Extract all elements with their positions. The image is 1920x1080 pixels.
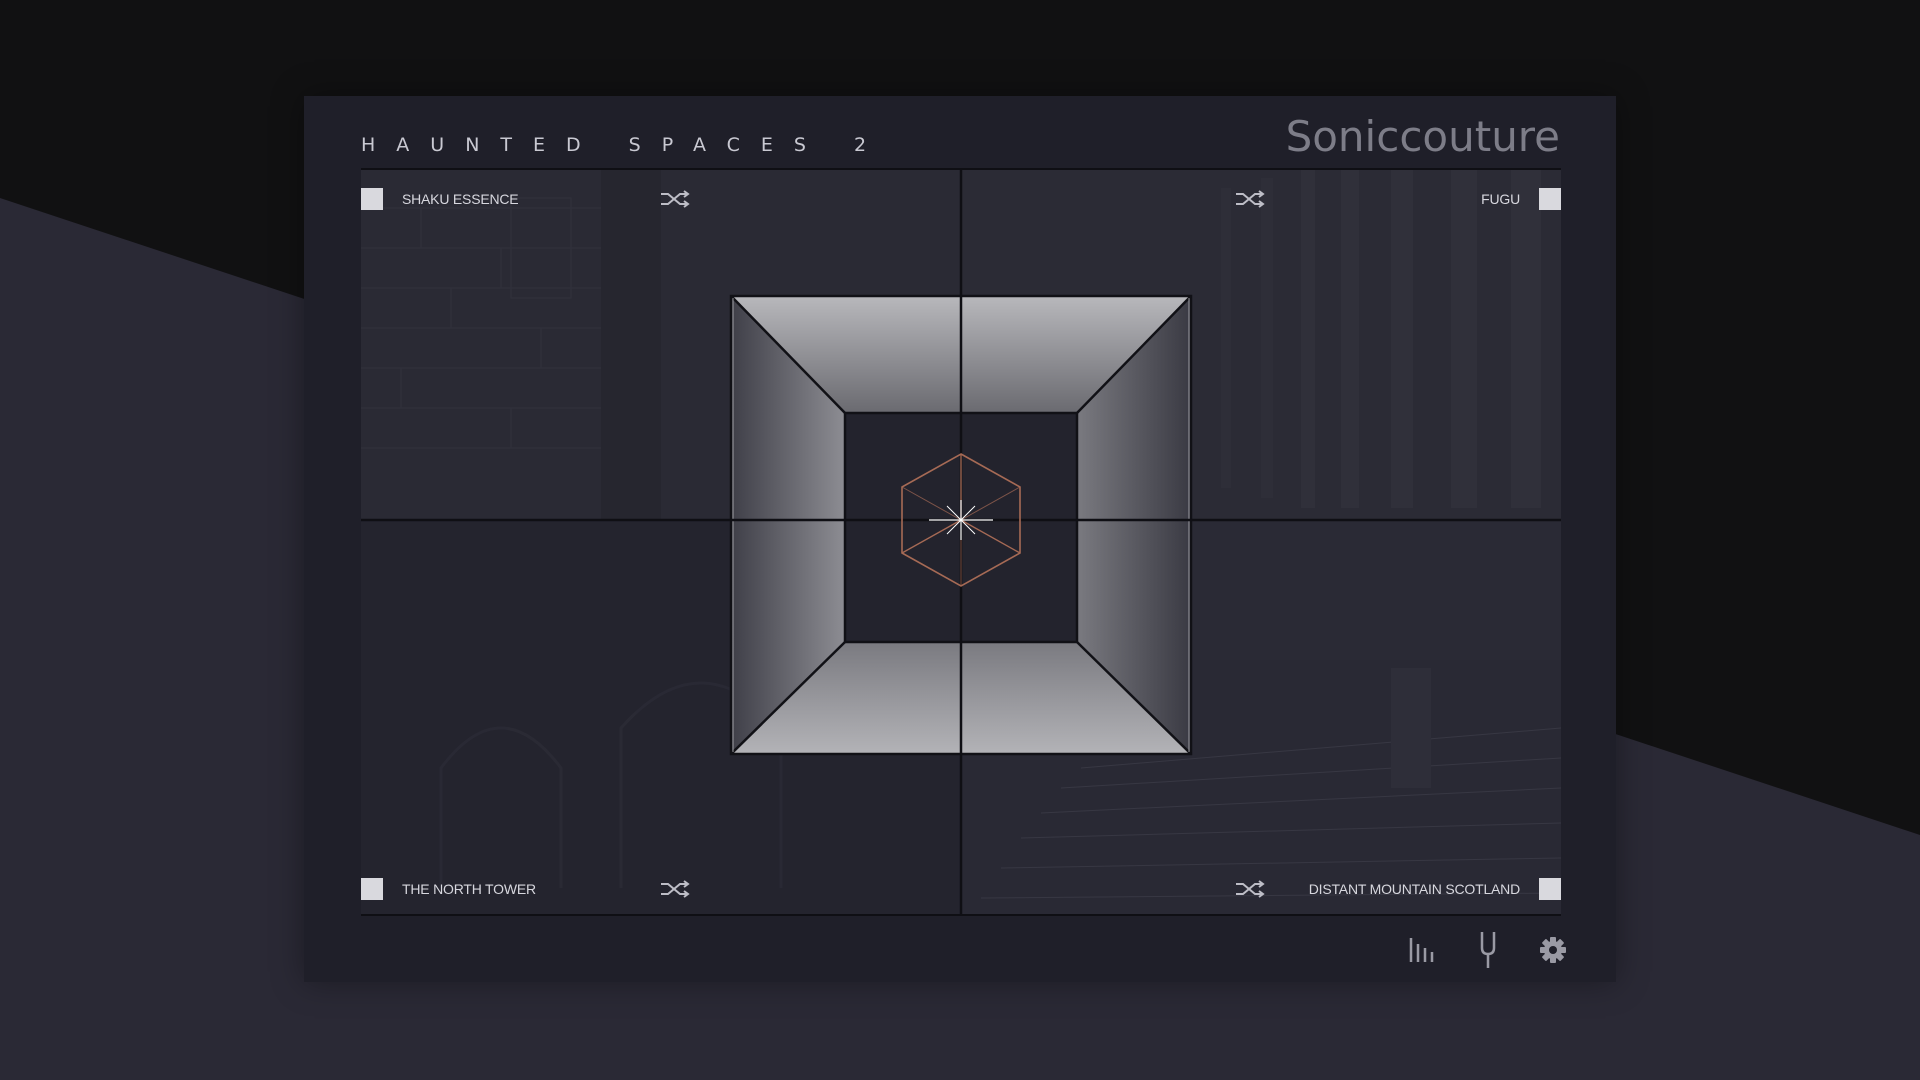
gear-icon[interactable] <box>1535 930 1571 970</box>
footer-toolbar <box>304 926 1616 982</box>
slot-top-right-label: FUGU <box>1481 191 1520 207</box>
shuffle-icon[interactable] <box>659 189 691 209</box>
slot-top-right-checkbox[interactable] <box>1539 188 1561 210</box>
slot-bottom-right-label: DISTANT MOUNTAIN SCOTLAND <box>1308 881 1520 897</box>
mixer-bars-icon[interactable] <box>1405 930 1441 970</box>
shuffle-icon[interactable] <box>659 879 691 899</box>
shuffle-icon[interactable] <box>1234 879 1266 899</box>
slot-top-left: SHAKU ESSENCE <box>361 188 519 210</box>
slot-bottom-left-label: THE NORTH TOWER <box>402 881 536 897</box>
slot-top-right: FUGU <box>1481 188 1561 210</box>
plugin-title: HAUNTED SPACES 2 <box>361 134 888 156</box>
tuning-fork-icon[interactable] <box>1470 930 1506 970</box>
slot-bottom-right-checkbox[interactable] <box>1539 878 1561 900</box>
slot-bottom-left: THE NORTH TOWER <box>361 878 536 900</box>
plugin-window: HAUNTED SPACES 2 Soniccouture SHAKU ESSE… <box>304 96 1616 982</box>
slot-bottom-left-checkbox[interactable] <box>361 878 383 900</box>
slot-top-left-checkbox[interactable] <box>361 188 383 210</box>
pad-artwork <box>361 168 1561 916</box>
slot-bottom-right: DISTANT MOUNTAIN SCOTLAND <box>1309 878 1561 900</box>
shuffle-icon[interactable] <box>1234 189 1266 209</box>
slot-top-left-label: SHAKU ESSENCE <box>402 191 519 207</box>
stage: HAUNTED SPACES 2 Soniccouture SHAKU ESSE… <box>0 0 1920 1080</box>
xy-morph-pad[interactable]: SHAKU ESSENCE FUGU THE NORTH TOWER DISTA… <box>361 168 1561 916</box>
brand-logo: Soniccouture <box>1285 112 1560 161</box>
